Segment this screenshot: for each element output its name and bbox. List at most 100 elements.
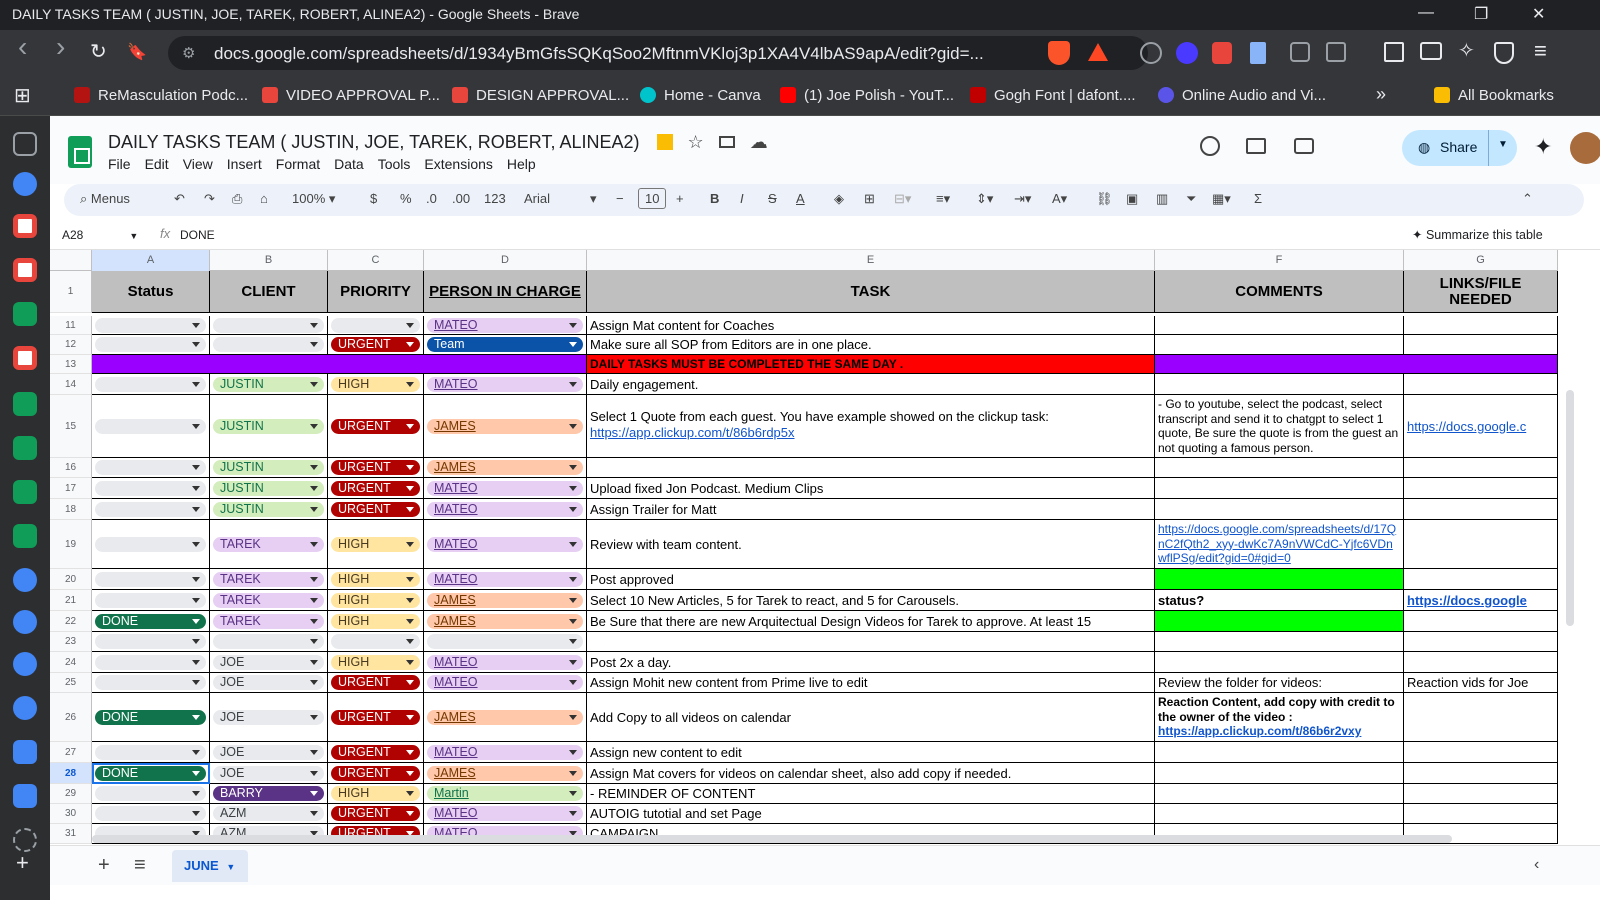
site-info-icon[interactable]: ⚙ <box>182 44 195 62</box>
banner-cell[interactable]: DAILY TASKS MUST BE COMPLETED THE SAME D… <box>587 355 1155 374</box>
links-cell[interactable]: https://docs.google.c <box>1404 395 1558 458</box>
filter-icon[interactable]: ⏷ <box>1186 191 1196 207</box>
priority-cell[interactable]: HIGH <box>328 784 424 804</box>
comment-cell[interactable] <box>1155 632 1404 652</box>
column-header[interactable]: C <box>328 250 424 271</box>
person-dropdown[interactable]: JAMES <box>427 418 583 434</box>
person-dropdown[interactable]: Team <box>427 337 583 352</box>
person-dropdown[interactable] <box>427 634 583 649</box>
extension-icon[interactable] <box>1212 42 1232 64</box>
comment-cell[interactable] <box>1155 742 1404 763</box>
zoom-select[interactable]: 100% ▾ <box>292 191 335 207</box>
links-cell[interactable] <box>1404 611 1558 632</box>
status-dropdown[interactable] <box>95 460 206 475</box>
strikethrough-button[interactable]: S <box>768 191 777 206</box>
status-cell[interactable] <box>92 499 210 520</box>
docs-icon[interactable] <box>13 784 37 808</box>
task-cell[interactable]: Assign Mat covers for videos on calendar… <box>587 763 1155 784</box>
comment-cell[interactable] <box>1155 569 1404 590</box>
client-cell[interactable]: JUSTIN <box>210 374 328 395</box>
explore-collapse-icon[interactable]: ‹ <box>1534 856 1539 874</box>
client-dropdown[interactable]: AZM <box>213 806 324 821</box>
client-dropdown[interactable] <box>213 337 324 352</box>
row-header[interactable]: 19 <box>50 520 92 569</box>
version-history-icon[interactable] <box>1200 136 1220 156</box>
person-cell[interactable]: MATEO <box>424 652 587 673</box>
percent-format-button[interactable]: % <box>400 191 412 206</box>
priority-dropdown[interactable]: URGENT <box>331 418 420 434</box>
status-dropdown[interactable] <box>95 571 206 587</box>
task-cell[interactable]: AUTOIG tutotial and set Page <box>587 804 1155 824</box>
docs-icon[interactable] <box>13 740 37 764</box>
status-cell[interactable] <box>92 569 210 590</box>
column-header[interactable]: G <box>1404 250 1558 271</box>
priority-cell[interactable]: URGENT <box>328 335 424 355</box>
reload-button[interactable]: ↻ <box>90 41 107 63</box>
client-cell[interactable]: JOE <box>210 763 328 784</box>
menu-data[interactable]: Data <box>334 156 364 172</box>
formula-input[interactable]: DONE <box>180 228 215 242</box>
priority-dropdown[interactable]: HIGH <box>331 536 420 552</box>
client-dropdown[interactable]: TAREK <box>213 571 324 587</box>
person-dropdown[interactable]: MATEO <box>427 501 583 517</box>
status-dropdown[interactable] <box>95 634 206 649</box>
client-cell[interactable]: JOE <box>210 693 328 742</box>
client-cell[interactable]: JOE <box>210 652 328 673</box>
links-cell[interactable] <box>1404 316 1558 335</box>
address-bar[interactable]: ⚙ docs.google.com/spreadsheets/d/1934yBm… <box>168 36 1148 70</box>
horizontal-scrollbar[interactable] <box>92 835 1452 843</box>
font-size-input[interactable]: 10 <box>638 188 667 209</box>
status-cell[interactable] <box>92 478 210 499</box>
client-dropdown[interactable]: JOE <box>213 744 324 760</box>
summarize-table-button[interactable]: ✦ Summarize this table <box>1412 227 1543 242</box>
loading-icon[interactable] <box>13 828 37 852</box>
task-cell[interactable]: Select 10 New Articles, 5 for Tarek to r… <box>587 590 1155 611</box>
person-dropdown[interactable]: JAMES <box>427 460 583 475</box>
person-dropdown[interactable]: JAMES <box>427 709 583 725</box>
person-dropdown[interactable]: Martin <box>427 786 583 801</box>
bookmark-item[interactable]: (1) Joe Polish - YouT... <box>780 87 954 104</box>
links-cell[interactable] <box>1404 478 1558 499</box>
person-cell[interactable]: MATEO <box>424 569 587 590</box>
extension-icon[interactable] <box>1176 42 1198 64</box>
comment-cell[interactable] <box>1155 478 1404 499</box>
brave-shields-icon[interactable] <box>1048 41 1070 65</box>
comment-cell[interactable]: https://docs.google.com/spreadsheets/d/1… <box>1155 520 1404 569</box>
person-dropdown[interactable]: MATEO <box>427 317 583 333</box>
person-dropdown[interactable]: MATEO <box>427 571 583 587</box>
row-header[interactable]: 24 <box>50 652 92 673</box>
extensions-puzzle-icon[interactable] <box>1290 42 1310 62</box>
document-title[interactable]: DAILY TASKS TEAM ( JUSTIN, JOE, TAREK, R… <box>108 132 768 153</box>
client-cell[interactable]: JOE <box>210 742 328 763</box>
priority-dropdown[interactable]: URGENT <box>331 765 420 781</box>
more-bookmarks-button[interactable]: » <box>1376 84 1386 105</box>
banner-fill[interactable] <box>1155 355 1558 374</box>
client-cell[interactable] <box>210 632 328 652</box>
comment-cell[interactable] <box>1155 374 1404 395</box>
priority-cell[interactable]: URGENT <box>328 499 424 520</box>
person-dropdown[interactable]: MATEO <box>427 654 583 670</box>
column-title[interactable]: Status <box>92 271 210 313</box>
close-button[interactable]: ✕ <box>1532 4 1545 24</box>
link-text[interactable]: Reaction vids for Joe <box>1407 675 1528 690</box>
bookmark-item[interactable]: Home - Canva <box>640 87 761 104</box>
row-header[interactable]: 30 <box>50 804 92 824</box>
task-cell[interactable] <box>587 632 1155 652</box>
person-cell[interactable]: JAMES <box>424 693 587 742</box>
align-icon[interactable]: ≡▾ <box>936 191 950 207</box>
column-title[interactable]: PRIORITY <box>328 271 424 313</box>
priority-dropdown[interactable]: HIGH <box>331 571 420 587</box>
sheets-logo-icon[interactable] <box>68 136 92 168</box>
undo-icon[interactable]: ↶ <box>174 191 185 207</box>
wallet-icon[interactable] <box>1420 42 1442 60</box>
client-cell[interactable] <box>210 316 328 335</box>
priority-cell[interactable]: URGENT <box>328 478 424 499</box>
status-cell[interactable] <box>92 520 210 569</box>
person-dropdown[interactable]: MATEO <box>427 376 583 392</box>
client-dropdown[interactable]: JUSTIN <box>213 460 324 475</box>
bookmark-item[interactable]: ReMasculation Podc... <box>74 87 248 104</box>
task-cell[interactable]: - REMINDER OF CONTENT <box>587 784 1155 804</box>
print-icon[interactable]: ⎙ <box>232 191 242 207</box>
person-dropdown[interactable]: MATEO <box>427 806 583 821</box>
increase-font-button[interactable]: + <box>676 191 684 206</box>
